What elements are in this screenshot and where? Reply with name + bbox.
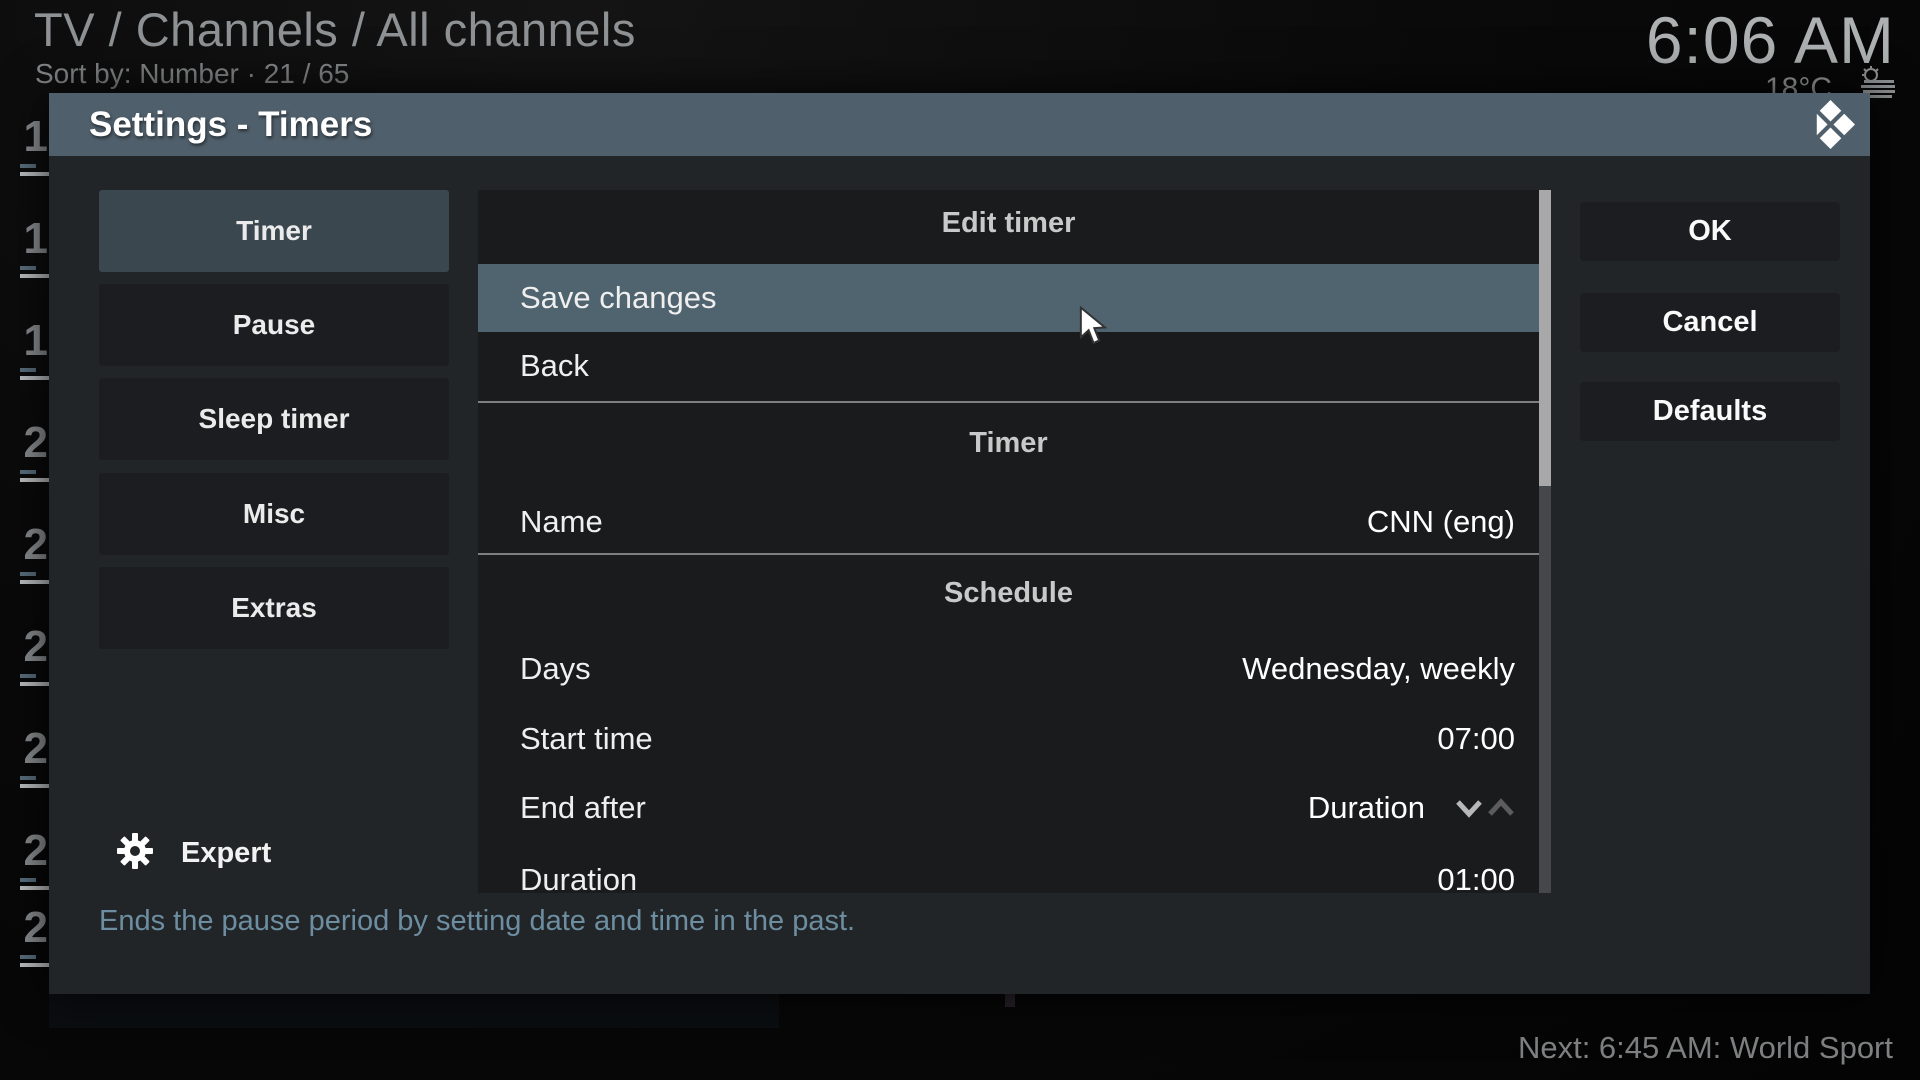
defaults-button[interactable]: Defaults [1580, 382, 1840, 441]
group-header-schedule: Schedule [478, 562, 1539, 624]
setting-help-text: Ends the pause period by setting date an… [99, 905, 855, 938]
sidebar-item-timer[interactable]: Timer [99, 190, 449, 272]
sidebar-item-extras[interactable]: Extras [99, 567, 449, 649]
divider [478, 553, 1539, 555]
cancel-button[interactable]: Cancel [1580, 293, 1840, 352]
dialog-header: Settings - Timers [49, 93, 1870, 156]
gear-icon [117, 833, 153, 874]
channel-number: 2 [0, 826, 48, 876]
divider [478, 401, 1539, 403]
channel-progress-bar [20, 368, 36, 372]
sidebar-item-pause[interactable]: Pause [99, 284, 449, 366]
settings-level-toggle[interactable]: Expert [117, 834, 271, 872]
end-after-label: End after [520, 790, 1308, 826]
duration-label: Duration [520, 862, 1437, 893]
ok-button[interactable]: OK [1580, 202, 1840, 261]
sidebar-item-misc[interactable]: Misc [99, 473, 449, 555]
channel-text-bar [20, 274, 51, 278]
channel-progress-bar [20, 572, 36, 576]
end-after-value: Duration [1308, 790, 1425, 826]
back-label: Back [520, 348, 1515, 384]
setting-row-duration[interactable]: Duration 01:00 [478, 846, 1539, 893]
start-time-value: 07:00 [1437, 721, 1515, 757]
duration-value: 01:00 [1437, 862, 1515, 893]
background-epg-strip [49, 994, 779, 1028]
scrollbar-thumb[interactable] [1539, 190, 1551, 486]
channel-progress-bar [20, 878, 36, 882]
channel-progress-bar [20, 674, 36, 678]
setting-row-days[interactable]: Days Wednesday, weekly [478, 637, 1539, 700]
chevron-up-icon[interactable] [1487, 797, 1515, 819]
save-changes-button[interactable]: Save changes [478, 264, 1539, 332]
scrollbar-track[interactable] [1539, 190, 1551, 893]
breadcrumb: TV / Channels / All channels [34, 2, 636, 57]
dialog-title: Settings - Timers [89, 93, 372, 156]
setting-row-start-time[interactable]: Start time 07:00 [478, 707, 1539, 770]
channel-progress-bar [20, 776, 36, 780]
channel-text-bar [20, 886, 51, 890]
days-label: Days [520, 651, 1242, 687]
channel-number: 1 [0, 316, 48, 366]
channel-text-bar [20, 784, 51, 788]
channel-progress-bar [20, 955, 36, 959]
setting-row-name[interactable]: Name CNN (eng) [478, 490, 1539, 553]
channel-text-bar [20, 376, 51, 380]
channel-number: 1 [0, 112, 48, 162]
channel-progress-bar [20, 470, 36, 474]
back-button[interactable]: Back [478, 332, 1539, 400]
channel-progress-bar [20, 266, 36, 270]
save-changes-label: Save changes [520, 280, 1515, 316]
channel-text-bar [20, 478, 51, 482]
settings-list-panel: Edit timer Save changes Back Timer Name … [478, 190, 1539, 893]
channel-text-bar [20, 963, 51, 967]
channel-text-bar [20, 682, 51, 686]
chevron-down-icon[interactable] [1455, 797, 1483, 819]
group-header-edit-timer: Edit timer [478, 190, 1539, 257]
channel-number: 2 [0, 622, 48, 672]
channel-number: 2 [0, 724, 48, 774]
channel-text-bar [20, 172, 51, 176]
background-artifact [1005, 994, 1015, 1007]
days-value: Wednesday, weekly [1242, 651, 1515, 687]
kodi-logo-icon [1806, 100, 1855, 154]
channel-number: 1 [0, 214, 48, 264]
channel-number: 2 [0, 520, 48, 570]
name-value: CNN (eng) [1367, 504, 1515, 540]
name-label: Name [520, 504, 1367, 540]
sort-status-text: Sort by: Number · 21 / 65 [35, 58, 349, 90]
expert-level-label: Expert [181, 837, 271, 870]
settings-timers-dialog: Settings - Timers Timer Pause Sleep time… [49, 93, 1870, 994]
channel-number: 2 [0, 418, 48, 468]
start-time-label: Start time [520, 721, 1437, 757]
sidebar-item-sleep-timer[interactable]: Sleep timer [99, 378, 449, 460]
next-program-text: Next: 6:45 AM: World Sport [1518, 1030, 1893, 1066]
channel-number: 2 [0, 903, 48, 953]
channel-progress-bar [20, 164, 36, 168]
spinner-control[interactable] [1455, 797, 1515, 819]
group-header-timer: Timer [478, 412, 1539, 474]
channel-text-bar [20, 580, 51, 584]
setting-row-end-after[interactable]: End after Duration [478, 776, 1539, 840]
